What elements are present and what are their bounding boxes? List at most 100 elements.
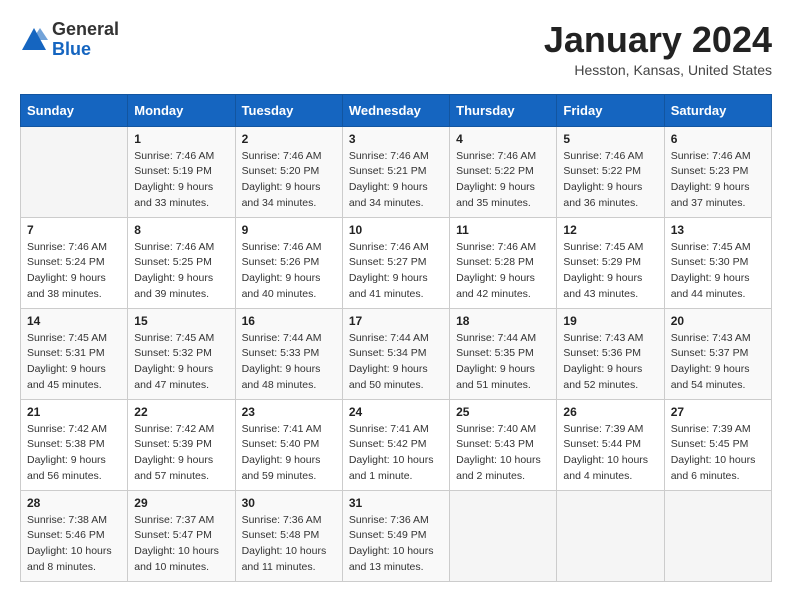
calendar-day: 16Sunrise: 7:44 AMSunset: 5:33 PMDayligh… <box>235 308 342 399</box>
day-info: Sunrise: 7:45 AMSunset: 5:31 PMDaylight:… <box>27 331 121 394</box>
logo: General Blue <box>20 20 119 60</box>
day-info: Sunrise: 7:43 AMSunset: 5:36 PMDaylight:… <box>563 331 657 394</box>
logo-icon <box>20 26 48 54</box>
day-number: 19 <box>563 314 657 328</box>
day-info: Sunrise: 7:44 AMSunset: 5:34 PMDaylight:… <box>349 331 443 394</box>
day-header-wednesday: Wednesday <box>342 94 449 126</box>
day-info: Sunrise: 7:45 AMSunset: 5:30 PMDaylight:… <box>671 240 765 303</box>
day-number: 28 <box>27 496 121 510</box>
calendar-week-1: 1 Sunrise: 7:46 AMSunset: 5:19 PMDaylight… <box>21 126 772 217</box>
calendar-day: 23 Sunrise: 7:41 AMSunset: 5:40 PMDayligh… <box>235 399 342 490</box>
day-number: 11 <box>456 223 550 237</box>
logo-blue: Blue <box>52 40 119 60</box>
calendar-day: 26 Sunrise: 7:39 AMSunset: 5:44 PMDayligh… <box>557 399 664 490</box>
calendar-day: 28 Sunrise: 7:38 AMSunset: 5:46 PMDayligh… <box>21 490 128 581</box>
day-number: 31 <box>349 496 443 510</box>
calendar-day: 12 Sunrise: 7:45 AMSunset: 5:29 PMDayligh… <box>557 217 664 308</box>
day-number: 18 <box>456 314 550 328</box>
day-info: Sunrise: 7:38 AMSunset: 5:46 PMDaylight:… <box>27 513 121 576</box>
day-header-tuesday: Tuesday <box>235 94 342 126</box>
day-number: 7 <box>27 223 121 237</box>
calendar-day: 30 Sunrise: 7:36 AMSunset: 5:48 PMDayligh… <box>235 490 342 581</box>
calendar-day <box>21 126 128 217</box>
calendar-subtitle: Hesston, Kansas, United States <box>544 62 772 78</box>
day-number: 20 <box>671 314 765 328</box>
day-number: 6 <box>671 132 765 146</box>
day-number: 29 <box>134 496 228 510</box>
day-info: Sunrise: 7:41 AMSunset: 5:42 PMDaylight:… <box>349 422 443 485</box>
day-number: 24 <box>349 405 443 419</box>
day-info: Sunrise: 7:39 AMSunset: 5:44 PMDaylight:… <box>563 422 657 485</box>
day-info: Sunrise: 7:39 AMSunset: 5:45 PMDaylight:… <box>671 422 765 485</box>
calendar-day: 27 Sunrise: 7:39 AMSunset: 5:45 PMDayligh… <box>664 399 771 490</box>
day-info: Sunrise: 7:41 AMSunset: 5:40 PMDaylight:… <box>242 422 336 485</box>
logo-general: General <box>52 20 119 40</box>
day-info: Sunrise: 7:42 AMSunset: 5:39 PMDaylight:… <box>134 422 228 485</box>
day-number: 30 <box>242 496 336 510</box>
day-info: Sunrise: 7:46 AMSunset: 5:28 PMDaylight:… <box>456 240 550 303</box>
day-info: Sunrise: 7:46 AMSunset: 5:20 PMDaylight:… <box>242 149 336 212</box>
calendar-day: 10Sunrise: 7:46 AMSunset: 5:27 PMDayligh… <box>342 217 449 308</box>
calendar-day <box>664 490 771 581</box>
calendar-day: 1 Sunrise: 7:46 AMSunset: 5:19 PMDaylight… <box>128 126 235 217</box>
day-number: 3 <box>349 132 443 146</box>
day-info: Sunrise: 7:36 AMSunset: 5:48 PMDaylight:… <box>242 513 336 576</box>
calendar-day: 4 Sunrise: 7:46 AMSunset: 5:22 PMDaylight… <box>450 126 557 217</box>
calendar-title: January 2024 <box>544 20 772 60</box>
calendar-day: 25Sunrise: 7:40 AMSunset: 5:43 PMDayligh… <box>450 399 557 490</box>
calendar-week-4: 21Sunrise: 7:42 AMSunset: 5:38 PMDayligh… <box>21 399 772 490</box>
calendar-day: 13 Sunrise: 7:45 AMSunset: 5:30 PMDayligh… <box>664 217 771 308</box>
page-header: General Blue January 2024 Hesston, Kansa… <box>20 20 772 78</box>
day-header-friday: Friday <box>557 94 664 126</box>
day-number: 27 <box>671 405 765 419</box>
day-info: Sunrise: 7:46 AMSunset: 5:22 PMDaylight:… <box>456 149 550 212</box>
day-number: 12 <box>563 223 657 237</box>
day-info: Sunrise: 7:43 AMSunset: 5:37 PMDaylight:… <box>671 331 765 394</box>
calendar-day: 5 Sunrise: 7:46 AMSunset: 5:22 PMDaylight… <box>557 126 664 217</box>
calendar-day: 17 Sunrise: 7:44 AMSunset: 5:34 PMDayligh… <box>342 308 449 399</box>
day-info: Sunrise: 7:46 AMSunset: 5:19 PMDaylight:… <box>134 149 228 212</box>
day-info: Sunrise: 7:45 AMSunset: 5:29 PMDaylight:… <box>563 240 657 303</box>
calendar-week-3: 14 Sunrise: 7:45 AMSunset: 5:31 PMDayligh… <box>21 308 772 399</box>
calendar-table: SundayMondayTuesdayWednesdayThursdayFrid… <box>20 94 772 582</box>
calendar-day: 6Sunrise: 7:46 AMSunset: 5:23 PMDaylight… <box>664 126 771 217</box>
day-number: 26 <box>563 405 657 419</box>
calendar-day: 11 Sunrise: 7:46 AMSunset: 5:28 PMDayligh… <box>450 217 557 308</box>
day-number: 5 <box>563 132 657 146</box>
day-number: 17 <box>349 314 443 328</box>
calendar-day: 21Sunrise: 7:42 AMSunset: 5:38 PMDayligh… <box>21 399 128 490</box>
day-number: 16 <box>242 314 336 328</box>
day-info: Sunrise: 7:46 AMSunset: 5:25 PMDaylight:… <box>134 240 228 303</box>
day-number: 4 <box>456 132 550 146</box>
day-info: Sunrise: 7:46 AMSunset: 5:26 PMDaylight:… <box>242 240 336 303</box>
calendar-day: 20 Sunrise: 7:43 AMSunset: 5:37 PMDayligh… <box>664 308 771 399</box>
day-info: Sunrise: 7:42 AMSunset: 5:38 PMDaylight:… <box>27 422 121 485</box>
day-info: Sunrise: 7:46 AMSunset: 5:27 PMDaylight:… <box>349 240 443 303</box>
day-number: 1 <box>134 132 228 146</box>
calendar-body: 1 Sunrise: 7:46 AMSunset: 5:19 PMDaylight… <box>21 126 772 581</box>
calendar-day: 2 Sunrise: 7:46 AMSunset: 5:20 PMDaylight… <box>235 126 342 217</box>
title-block: January 2024 Hesston, Kansas, United Sta… <box>544 20 772 78</box>
day-header-sunday: Sunday <box>21 94 128 126</box>
day-info: Sunrise: 7:46 AMSunset: 5:22 PMDaylight:… <box>563 149 657 212</box>
calendar-day <box>450 490 557 581</box>
calendar-week-2: 7Sunrise: 7:46 AMSunset: 5:24 PMDaylight… <box>21 217 772 308</box>
day-number: 9 <box>242 223 336 237</box>
day-number: 14 <box>27 314 121 328</box>
calendar-day: 3 Sunrise: 7:46 AMSunset: 5:21 PMDaylight… <box>342 126 449 217</box>
calendar-day: 19 Sunrise: 7:43 AMSunset: 5:36 PMDayligh… <box>557 308 664 399</box>
calendar-day: 15Sunrise: 7:45 AMSunset: 5:32 PMDayligh… <box>128 308 235 399</box>
day-number: 13 <box>671 223 765 237</box>
day-info: Sunrise: 7:46 AMSunset: 5:21 PMDaylight:… <box>349 149 443 212</box>
calendar-day: 14 Sunrise: 7:45 AMSunset: 5:31 PMDayligh… <box>21 308 128 399</box>
header-row: SundayMondayTuesdayWednesdayThursdayFrid… <box>21 94 772 126</box>
calendar-day: 18Sunrise: 7:44 AMSunset: 5:35 PMDayligh… <box>450 308 557 399</box>
day-number: 2 <box>242 132 336 146</box>
calendar-week-5: 28 Sunrise: 7:38 AMSunset: 5:46 PMDayligh… <box>21 490 772 581</box>
day-number: 22 <box>134 405 228 419</box>
calendar-day <box>557 490 664 581</box>
calendar-day: 29Sunrise: 7:37 AMSunset: 5:47 PMDayligh… <box>128 490 235 581</box>
day-number: 23 <box>242 405 336 419</box>
calendar-header: SundayMondayTuesdayWednesdayThursdayFrid… <box>21 94 772 126</box>
logo-text: General Blue <box>52 20 119 60</box>
